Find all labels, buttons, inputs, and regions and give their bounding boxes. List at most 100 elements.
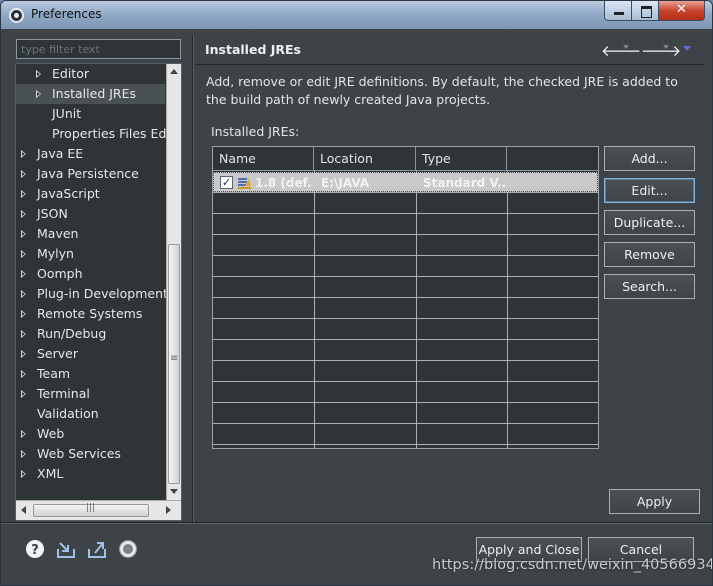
title-bar[interactable]: Preferences ✕ xyxy=(1,1,712,29)
expand-arrow-icon[interactable] xyxy=(21,250,26,258)
forward-menu-chevron-icon[interactable] xyxy=(663,45,669,49)
table-row[interactable] xyxy=(213,403,598,424)
preferences-window: Preferences ✕ Editor Installed JREs JUnit P… xyxy=(0,0,713,586)
scroll-thumb-horizontal[interactable] xyxy=(33,503,149,517)
expand-arrow-icon[interactable] xyxy=(21,450,26,458)
expand-arrow-icon[interactable] xyxy=(21,310,26,318)
tree-item[interactable]: Editor xyxy=(16,64,167,84)
tree-item[interactable]: Validation xyxy=(16,404,167,424)
tree-item-label: Maven xyxy=(37,226,79,241)
close-button[interactable]: ✕ xyxy=(658,1,705,21)
expand-arrow-icon[interactable] xyxy=(36,90,41,98)
back-menu-chevron-icon[interactable] xyxy=(623,45,629,49)
table-row[interactable] xyxy=(213,382,598,403)
expand-arrow-icon[interactable] xyxy=(21,210,26,218)
scroll-down-arrow-icon[interactable] xyxy=(167,484,181,500)
tree-item-label: Editor xyxy=(52,66,89,81)
tree-item[interactable]: Web Services xyxy=(16,444,167,464)
default-jre-checkbox[interactable]: ✓ xyxy=(220,176,233,189)
tree-item-label: Server xyxy=(37,346,78,361)
table-row[interactable] xyxy=(213,214,598,235)
tree-item[interactable]: JavaScript xyxy=(16,184,167,204)
tree-item[interactable]: Terminal xyxy=(16,384,167,404)
tree-horizontal-scrollbar[interactable] xyxy=(16,500,181,520)
tree-item-label: Java EE xyxy=(37,146,84,161)
table-row[interactable] xyxy=(213,361,598,382)
expand-arrow-icon[interactable] xyxy=(21,390,26,398)
expand-arrow-icon[interactable] xyxy=(21,270,26,278)
expand-arrow-icon[interactable] xyxy=(21,150,26,158)
tree-item[interactable]: Plug-in Development xyxy=(16,284,167,304)
table-row[interactable] xyxy=(213,340,598,361)
expand-arrow-icon[interactable] xyxy=(21,290,26,298)
column-header-name[interactable]: Name xyxy=(213,147,314,171)
tree-item[interactable]: Java Persistence xyxy=(16,164,167,184)
back-arrow-icon[interactable]: 🡐 xyxy=(601,41,641,60)
remove-button[interactable]: Remove xyxy=(604,242,695,267)
tree-item[interactable]: JUnit xyxy=(16,104,167,124)
help-icon[interactable]: ? xyxy=(25,539,45,559)
pane-splitter[interactable] xyxy=(192,35,194,522)
expand-arrow-icon[interactable] xyxy=(21,230,26,238)
edit-button[interactable]: Edit... xyxy=(604,178,695,203)
tree-item[interactable]: Team xyxy=(16,364,167,384)
duplicate-button[interactable]: Duplicate... xyxy=(604,210,695,235)
tree-item[interactable]: Web xyxy=(16,424,167,444)
search-button[interactable]: Search... xyxy=(604,274,695,299)
table-row[interactable] xyxy=(213,424,598,445)
tree-item[interactable]: Oomph xyxy=(16,264,167,284)
expand-arrow-icon[interactable] xyxy=(21,350,26,358)
import-icon[interactable] xyxy=(56,539,76,559)
expand-arrow-icon[interactable] xyxy=(21,330,26,338)
forward-arrow-icon[interactable]: 🡒 xyxy=(641,41,681,60)
tree-item[interactable]: Properties Files Editor xyxy=(16,124,167,144)
table-row[interactable] xyxy=(213,319,598,340)
scroll-thumb[interactable] xyxy=(168,244,180,484)
maximize-button[interactable] xyxy=(631,1,659,21)
tree-item-label: JUnit xyxy=(52,106,82,121)
expand-arrow-icon[interactable] xyxy=(21,370,26,378)
tree-item[interactable]: Maven xyxy=(16,224,167,244)
table-row[interactable] xyxy=(213,298,598,319)
tree-item-label: Run/Debug xyxy=(37,326,107,341)
expand-arrow-icon[interactable] xyxy=(36,70,41,78)
add-button[interactable]: Add... xyxy=(604,146,695,171)
expand-arrow-icon[interactable] xyxy=(21,190,26,198)
tree-item[interactable]: Remote Systems xyxy=(16,304,167,324)
column-separator xyxy=(314,171,315,448)
apply-button[interactable]: Apply xyxy=(609,489,700,514)
table-row[interactable]: ✓ 1.8 (def... E:\JAVA Standard V... xyxy=(213,172,598,192)
tree-item-label: Validation xyxy=(37,406,99,421)
oomph-record-icon[interactable] xyxy=(118,539,138,559)
tree-item-label: Installed JREs xyxy=(52,86,137,101)
expand-arrow-icon[interactable] xyxy=(21,470,26,478)
table-header: Name Location Type xyxy=(213,147,598,171)
expand-arrow-icon[interactable] xyxy=(21,430,26,438)
column-header-type[interactable]: Type xyxy=(416,147,507,171)
preference-tree[interactable]: Editor Installed JREs JUnit Properties File… xyxy=(16,64,167,500)
filter-input[interactable] xyxy=(16,39,181,59)
tree-vertical-scrollbar[interactable] xyxy=(166,64,181,500)
table-row[interactable] xyxy=(213,277,598,298)
column-header-location[interactable]: Location xyxy=(314,147,416,171)
tree-item[interactable]: Run/Debug xyxy=(16,324,167,344)
export-icon[interactable] xyxy=(87,539,107,559)
jre-location-cell: E:\JAVA xyxy=(321,176,370,190)
scroll-up-arrow-icon[interactable] xyxy=(167,64,181,80)
view-menu-chevron-icon[interactable] xyxy=(683,46,691,51)
tree-item[interactable]: XML xyxy=(16,464,167,484)
tree-item[interactable]: JSON xyxy=(16,204,167,224)
expand-arrow-icon[interactable] xyxy=(21,170,26,178)
tree-item[interactable]: Java EE xyxy=(16,144,167,164)
minimize-button[interactable] xyxy=(604,1,632,21)
eclipse-icon xyxy=(9,8,24,23)
tree-item-label: JavaScript xyxy=(37,186,100,201)
table-row[interactable] xyxy=(213,235,598,256)
tree-item-label: Team xyxy=(37,366,71,381)
table-row[interactable] xyxy=(213,256,598,277)
tree-item[interactable]: Mylyn xyxy=(16,244,167,264)
tree-item[interactable]: Installed JREs xyxy=(16,84,165,104)
jre-table[interactable]: Name Location Type ✓ 1.8 (def... E:\JAVA… xyxy=(212,146,599,449)
table-row[interactable] xyxy=(213,193,598,214)
tree-item[interactable]: Server xyxy=(16,344,167,364)
